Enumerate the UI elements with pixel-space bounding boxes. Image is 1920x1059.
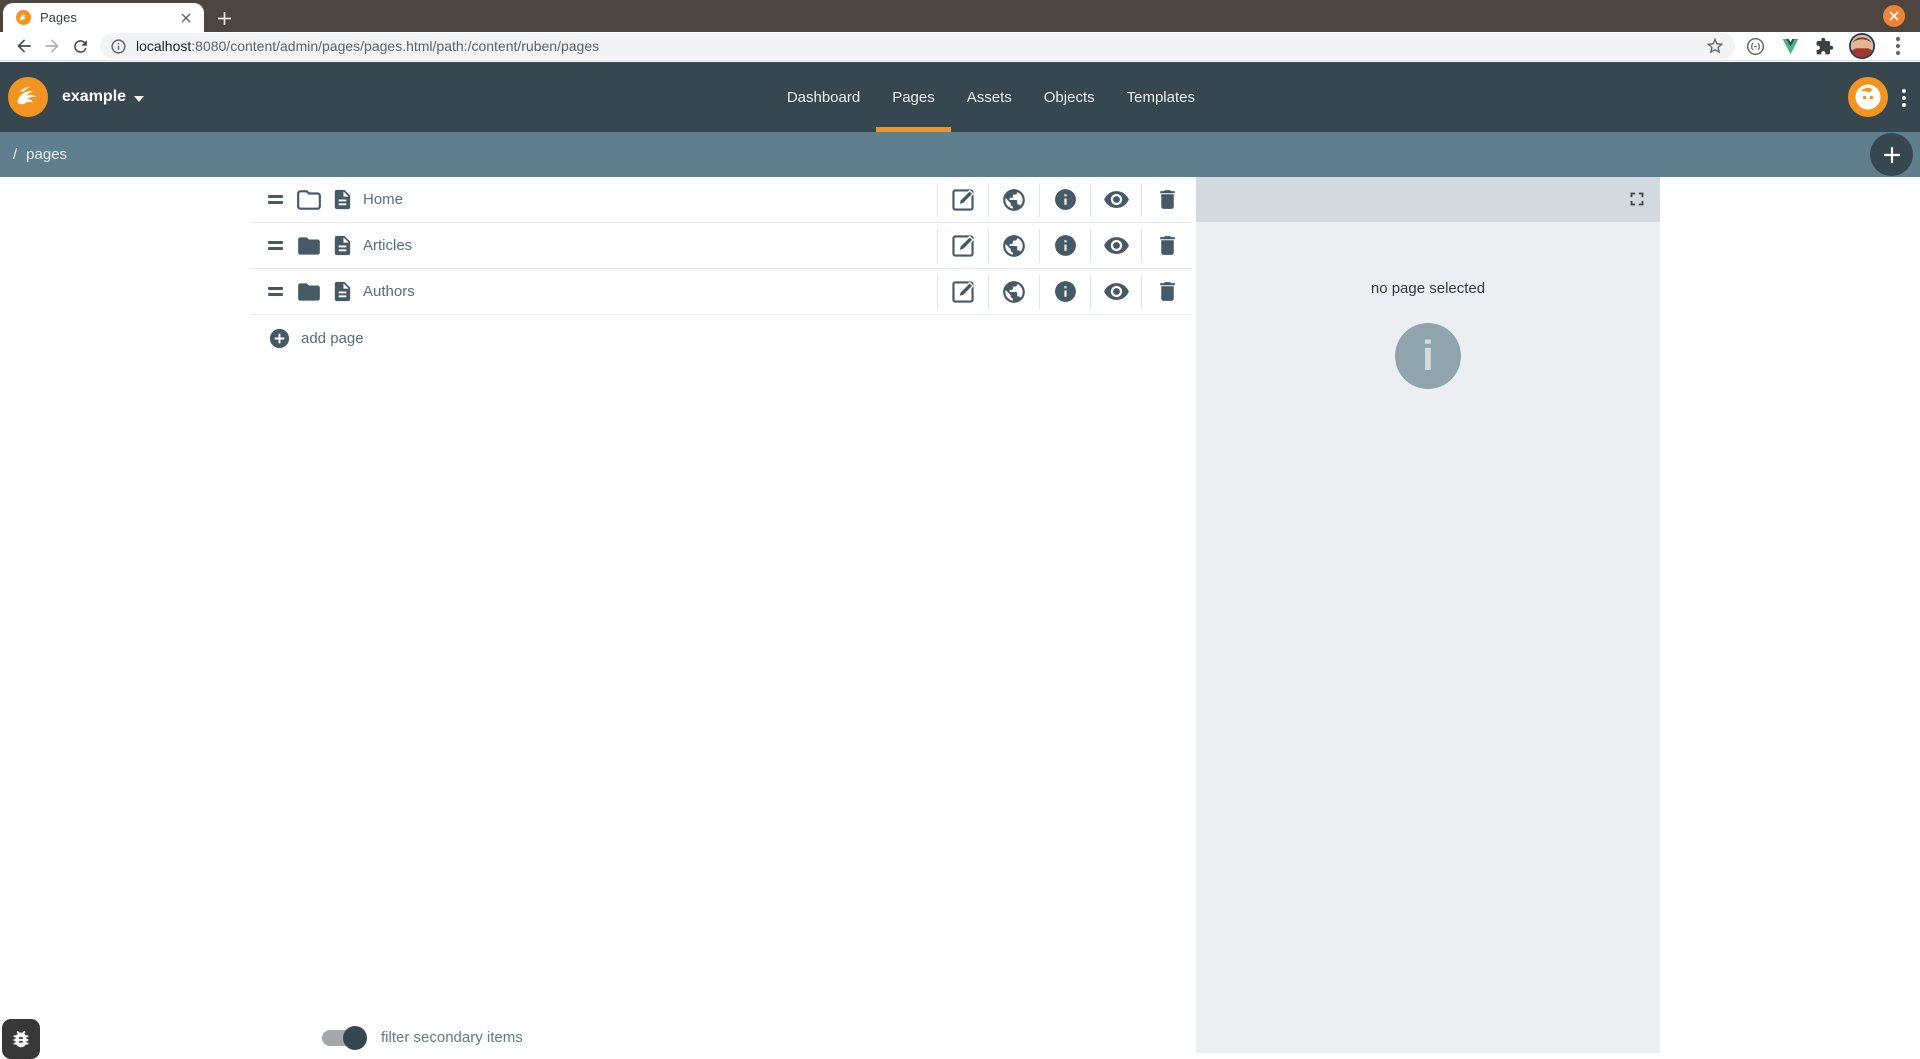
info-icon[interactable] [1040, 233, 1090, 258]
page-title[interactable]: Home [363, 191, 937, 208]
filter-secondary-toggle[interactable] [322, 1030, 364, 1046]
folder-filled-icon [296, 233, 322, 259]
tab-title: Pages [40, 10, 177, 25]
nav-objects[interactable]: Objects [1044, 62, 1095, 132]
page-list-pane: Home [0, 177, 1196, 1053]
add-root-page-button[interactable] [1870, 133, 1913, 176]
document-icon [331, 280, 354, 303]
url-path: :8080/content/admin/pages/pages.html/pat… [191, 38, 599, 54]
tab-favicon-icon [16, 10, 31, 25]
browser-toolbar: localhost:8080/content/admin/pages/pages… [0, 32, 1920, 61]
edit-icon[interactable] [938, 233, 988, 259]
new-tab-icon[interactable] [211, 5, 237, 31]
drag-handle-icon[interactable] [268, 192, 283, 208]
refresh-icon[interactable] [66, 32, 94, 60]
forward-icon[interactable] [38, 32, 66, 60]
nav-assets[interactable]: Assets [967, 62, 1012, 132]
preview-eye-icon[interactable] [1091, 186, 1141, 213]
toggle-knob[interactable] [343, 1026, 367, 1050]
filter-secondary-row: filter secondary items [322, 1029, 523, 1046]
edit-icon[interactable] [938, 187, 988, 213]
drag-handle-icon[interactable] [268, 238, 283, 254]
nav-templates[interactable]: Templates [1127, 62, 1195, 132]
url-bar[interactable]: localhost:8080/content/admin/pages/pages… [100, 33, 1735, 59]
folder-outline-icon [296, 187, 322, 213]
breadcrumb-separator: / [13, 146, 17, 163]
browser-titlebar: Pages [0, 0, 1920, 32]
edit-icon[interactable] [938, 279, 988, 305]
extensions-puzzle-icon[interactable] [1815, 37, 1834, 56]
user-avatar[interactable] [1848, 77, 1888, 117]
publish-globe-icon[interactable] [989, 187, 1039, 213]
info-icon[interactable] [1040, 279, 1090, 304]
window-close-icon[interactable] [1883, 5, 1905, 27]
page-row-articles[interactable]: Articles [250, 223, 1192, 269]
empty-state-info-icon: i [1395, 323, 1461, 389]
bookmark-star-icon[interactable] [1705, 36, 1725, 56]
app-menu-icon[interactable] [1894, 84, 1914, 112]
folder-filled-icon [296, 279, 322, 305]
fullscreen-icon[interactable] [1626, 188, 1648, 210]
debug-button[interactable] [2, 1019, 40, 1059]
delete-icon[interactable] [1142, 233, 1192, 258]
browser-tab[interactable]: Pages [3, 3, 204, 32]
drag-handle-icon[interactable] [268, 284, 283, 300]
main-nav: Dashboard Pages Assets Objects Templates [787, 62, 1195, 132]
bug-icon [10, 1028, 32, 1050]
app-logo-icon[interactable] [8, 77, 48, 117]
page-rows: Home [250, 177, 1192, 361]
page-title[interactable]: Articles [363, 237, 937, 254]
publish-globe-icon[interactable] [989, 279, 1039, 305]
vue-devtools-icon[interactable] [1781, 38, 1800, 55]
toolbar-extensions [1745, 33, 1910, 59]
site-name: example [62, 88, 126, 106]
delete-icon[interactable] [1142, 187, 1192, 212]
add-page-button[interactable]: add page [250, 315, 1192, 361]
row-actions [937, 223, 1192, 268]
row-actions [937, 177, 1192, 222]
url-text: localhost:8080/content/admin/pages/pages… [136, 38, 1705, 54]
nav-pages[interactable]: Pages [892, 62, 935, 132]
caret-down-icon [134, 96, 144, 102]
document-icon [331, 188, 354, 211]
back-icon[interactable] [10, 32, 38, 60]
row-actions [937, 269, 1192, 314]
publish-globe-icon[interactable] [989, 233, 1039, 259]
site-info-icon[interactable] [110, 38, 127, 55]
detail-panel: no page selected i [1196, 177, 1660, 1053]
delete-icon[interactable] [1142, 279, 1192, 304]
empty-state-message: no page selected [1196, 222, 1660, 297]
breadcrumb-current[interactable]: pages [26, 146, 67, 163]
page-row-authors[interactable]: Authors [250, 269, 1192, 315]
preview-eye-icon[interactable] [1091, 278, 1141, 305]
nav-dashboard[interactable]: Dashboard [787, 62, 860, 132]
document-icon [331, 234, 354, 257]
site-switcher[interactable]: example [62, 62, 144, 132]
add-page-label: add page [301, 330, 364, 347]
url-host: localhost [136, 38, 191, 54]
preview-eye-icon[interactable] [1091, 232, 1141, 259]
browser-menu-icon[interactable] [1890, 33, 1906, 59]
detail-panel-body: no page selected i [1196, 222, 1660, 389]
add-circle-icon [268, 327, 291, 350]
tab-close-icon[interactable] [177, 9, 195, 27]
browser-profile-avatar[interactable] [1849, 33, 1875, 59]
breadcrumb-bar: / pages [0, 132, 1920, 177]
detail-panel-header [1196, 177, 1660, 222]
app-header: example Dashboard Pages Assets Objects T… [0, 62, 1920, 132]
filter-secondary-label: filter secondary items [381, 1029, 523, 1046]
page-title[interactable]: Authors [363, 283, 937, 300]
json-extension-icon[interactable] [1745, 36, 1766, 57]
content-area: Home [0, 177, 1920, 1053]
page-row-home[interactable]: Home [250, 177, 1192, 223]
info-icon[interactable] [1040, 187, 1090, 212]
